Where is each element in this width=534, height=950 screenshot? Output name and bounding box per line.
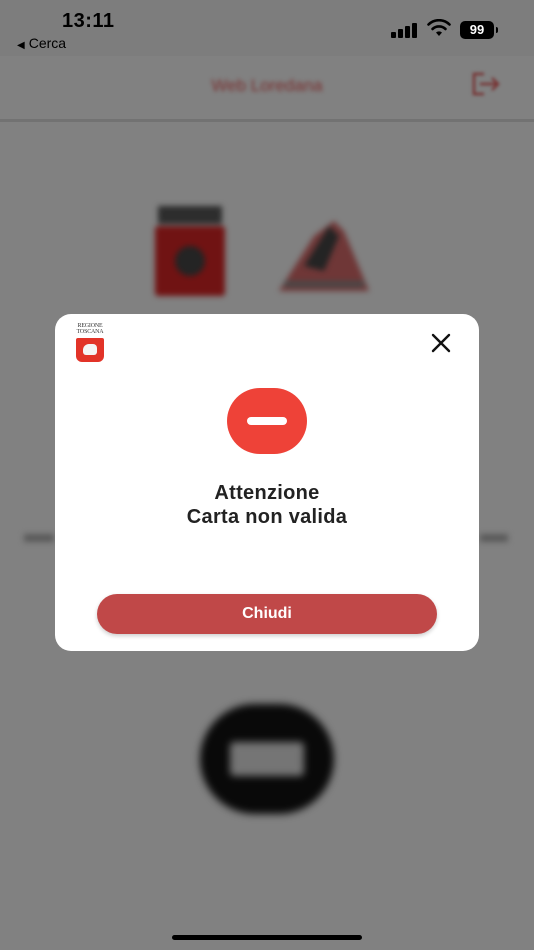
dialog-title: Attenzione	[214, 482, 320, 504]
dialog-message: Carta non valida	[186, 506, 348, 528]
toscana-shield-icon	[76, 338, 104, 362]
wifi-icon	[427, 19, 451, 36]
battery-icon: 99	[460, 21, 498, 39]
back-to-search-link[interactable]: ◀ Cerca	[17, 35, 66, 51]
cellular-signal-icon	[391, 22, 417, 38]
alert-dialog: REGIONE TOSCANA Attenzione Carta non val…	[55, 314, 479, 651]
status-time: 13:11	[62, 10, 115, 32]
close-icon[interactable]	[429, 331, 453, 355]
back-arrow-icon: ◀	[17, 40, 25, 51]
close-button[interactable]: Chiudi	[97, 594, 437, 634]
minus-circle-icon	[227, 388, 307, 454]
brand-line-2: TOSCANA	[76, 329, 104, 335]
status-bar: 13:11 ◀ Cerca 99	[0, 0, 534, 56]
back-label: Cerca	[28, 35, 67, 51]
regione-toscana-logo: REGIONE TOSCANA	[75, 323, 105, 362]
home-indicator[interactable]	[172, 935, 362, 940]
